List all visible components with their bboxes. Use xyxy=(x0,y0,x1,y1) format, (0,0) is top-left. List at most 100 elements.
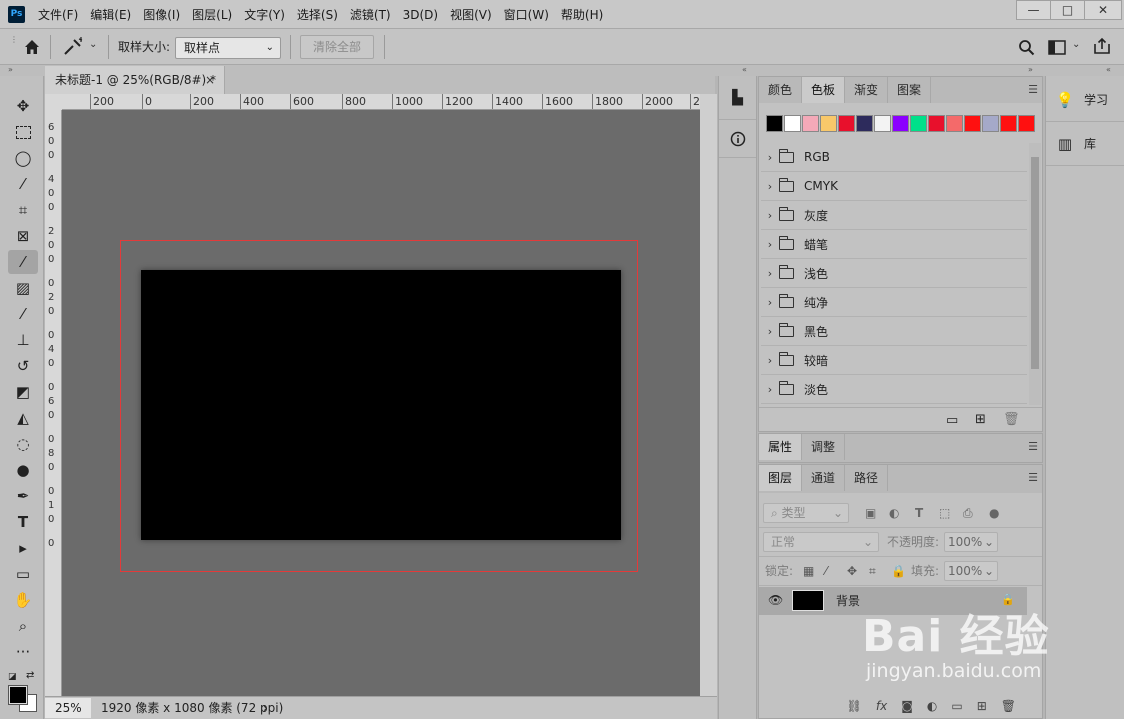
tab-patterns[interactable]: 图案 xyxy=(888,77,932,103)
lasso-tool-icon[interactable]: ◯ xyxy=(8,146,38,170)
frame-tool-icon[interactable]: ⊠ xyxy=(8,224,38,248)
menu-window[interactable]: 窗口(W) xyxy=(504,6,549,23)
collapse-panels-icon[interactable]: « xyxy=(742,65,747,74)
blend-mode-select[interactable]: 正常 ⌄ xyxy=(763,532,879,552)
zoom-tool-icon[interactable]: ⌕ xyxy=(8,614,38,638)
color-swatch[interactable] xyxy=(982,115,999,132)
chevron-down-icon[interactable]: ⌄ xyxy=(1072,39,1080,50)
collapse-panels-icon[interactable]: « xyxy=(1106,65,1111,74)
minimize-button[interactable]: — xyxy=(1016,0,1051,20)
smart-object-filter-icon[interactable]: ⎙ xyxy=(963,499,973,527)
menu-layer[interactable]: 图层(L) xyxy=(192,6,232,23)
healing-brush-tool-icon[interactable]: ▨ xyxy=(8,276,38,300)
status-menu-arrow[interactable]: › xyxy=(263,697,268,719)
stamp-tool-icon[interactable]: ⊥ xyxy=(8,328,38,352)
eraser-tool-icon[interactable]: ◩ xyxy=(8,380,38,404)
horizontal-ruler[interactable]: 200 0 200 400 600 800 1000 1200 1400 1600 1800 2000… xyxy=(62,94,700,110)
panel-menu-icon[interactable]: ☰ xyxy=(1028,440,1038,453)
menu-3d[interactable]: 3D(D) xyxy=(403,8,438,22)
pixel-filter-icon[interactable]: ▣ xyxy=(865,499,876,527)
paint-bucket-tool-icon[interactable]: ◭ xyxy=(8,406,38,430)
dodge-tool-icon[interactable]: ● xyxy=(8,458,38,482)
close-tab-icon[interactable]: × xyxy=(205,66,215,94)
menu-edit[interactable]: 编辑(E) xyxy=(90,6,131,23)
adjustment-layer-icon[interactable]: ◐ xyxy=(927,699,937,713)
color-sampler-tool-icon[interactable] xyxy=(62,37,84,57)
default-colors-icon[interactable]: ◪ xyxy=(8,672,17,682)
hand-tool-icon[interactable]: ✋ xyxy=(8,588,38,612)
lock-all-icon[interactable]: 🔒 xyxy=(891,557,906,585)
fx-icon[interactable]: fx xyxy=(876,699,887,713)
type-tool-icon[interactable]: T xyxy=(8,510,38,534)
marquee-tool-icon[interactable] xyxy=(8,120,38,144)
panel-menu-icon[interactable]: ☰ xyxy=(1028,83,1038,96)
swatch-group[interactable]: › 蜡笔 xyxy=(761,230,1027,259)
color-swatch[interactable] xyxy=(874,115,891,132)
type-filter-icon[interactable]: T xyxy=(915,499,923,527)
zoom-level-field[interactable]: 25% xyxy=(45,698,91,718)
swatch-group[interactable]: › 浅色 xyxy=(761,259,1027,288)
menu-type[interactable]: 文字(Y) xyxy=(244,6,285,23)
lock-brush-icon[interactable]: ⁄ xyxy=(825,557,827,585)
color-swatch[interactable] xyxy=(838,115,855,132)
layer-mask-icon[interactable]: ◙ xyxy=(901,699,913,713)
swap-colors-icon[interactable]: ⇄ xyxy=(26,670,34,681)
pen-tool-icon[interactable]: ✒ xyxy=(8,484,38,508)
lock-artboard-icon[interactable]: ⌗ xyxy=(869,557,876,585)
trash-icon[interactable]: 🗑 xyxy=(1003,412,1020,427)
tab-properties[interactable]: 属性 xyxy=(759,434,803,460)
foreground-color-swatch[interactable] xyxy=(8,685,28,705)
brush-tool-icon[interactable]: ⁄ xyxy=(8,302,38,326)
maximize-button[interactable]: □ xyxy=(1050,0,1085,20)
layer-filter-select[interactable]: ⌕ 类型 ⌄ xyxy=(763,503,849,523)
share-icon[interactable] xyxy=(1093,37,1111,55)
tab-paths[interactable]: 路径 xyxy=(845,465,889,491)
rectangle-tool-icon[interactable]: ▭ xyxy=(8,562,38,586)
magic-wand-tool-icon[interactable]: ⁄ xyxy=(8,172,38,196)
color-swatch[interactable] xyxy=(892,115,909,132)
vertical-ruler[interactable]: 6 0 0 4 0 0 2 0 0 0 2 0 0 4 0 0 6 0 0 8 0 0 1 0 0 xyxy=(45,110,62,696)
history-brush-tool-icon[interactable]: ↺ xyxy=(8,354,38,378)
fill-field[interactable]: 100% ⌄ xyxy=(944,561,998,581)
swatch-group[interactable]: › CMYK xyxy=(761,172,1027,201)
learn-panel-button[interactable]: 💡 学习 xyxy=(1046,78,1124,122)
color-swatch[interactable] xyxy=(820,115,837,132)
info-panel-icon[interactable] xyxy=(719,120,756,158)
tab-color[interactable]: 颜色 xyxy=(759,77,803,103)
history-panel-icon[interactable]: ▙ xyxy=(719,76,756,120)
shape-filter-icon[interactable]: ⬚ xyxy=(939,499,950,527)
color-swatch[interactable] xyxy=(928,115,945,132)
clear-all-button[interactable]: 清除全部 xyxy=(300,35,374,59)
tab-layers[interactable]: 图层 xyxy=(759,465,803,491)
new-layer-icon[interactable]: ⊞ xyxy=(977,699,987,713)
menu-view[interactable]: 视图(V) xyxy=(450,6,492,23)
lock-position-icon[interactable]: ✥ xyxy=(847,557,857,585)
expand-panels-icon[interactable]: » xyxy=(1028,65,1033,74)
color-swatch[interactable] xyxy=(784,115,801,132)
swatch-group[interactable]: › 灰度 xyxy=(761,201,1027,230)
eye-icon[interactable]: 👁 xyxy=(768,593,783,607)
color-swatch[interactable] xyxy=(964,115,981,132)
swatch-group[interactable]: › RGB xyxy=(761,143,1027,172)
chevron-down-icon[interactable]: ⌄ xyxy=(89,39,97,50)
expand-toolbar-icon[interactable]: » xyxy=(8,65,13,74)
panel-menu-icon[interactable]: ☰ xyxy=(1028,471,1038,484)
color-swatch[interactable] xyxy=(910,115,927,132)
adjustment-filter-icon[interactable]: ◐ xyxy=(889,499,899,527)
opacity-field[interactable]: 100% ⌄ xyxy=(944,532,998,552)
search-icon[interactable] xyxy=(1018,39,1035,56)
move-tool-icon[interactable]: ✥ xyxy=(8,94,38,118)
tab-gradients[interactable]: 渐变 xyxy=(845,77,889,103)
menu-filter[interactable]: 滤镜(T) xyxy=(350,6,391,23)
swatch-group[interactable]: › 黑色 xyxy=(761,317,1027,346)
layer-name[interactable]: 背景 xyxy=(836,587,860,615)
filter-toggle-icon[interactable]: ● xyxy=(989,499,999,527)
new-group-folder-icon[interactable]: ▭ xyxy=(946,413,958,428)
color-swatch[interactable] xyxy=(856,115,873,132)
new-group-folder-icon[interactable]: ▭ xyxy=(951,699,962,713)
menu-image[interactable]: 图像(I) xyxy=(143,6,180,23)
tab-channels[interactable]: 通道 xyxy=(802,465,846,491)
trash-icon[interactable]: 🗑 xyxy=(1001,699,1016,713)
vertical-scrollbar[interactable] xyxy=(700,94,717,696)
swatches-scrollbar[interactable] xyxy=(1029,143,1041,405)
